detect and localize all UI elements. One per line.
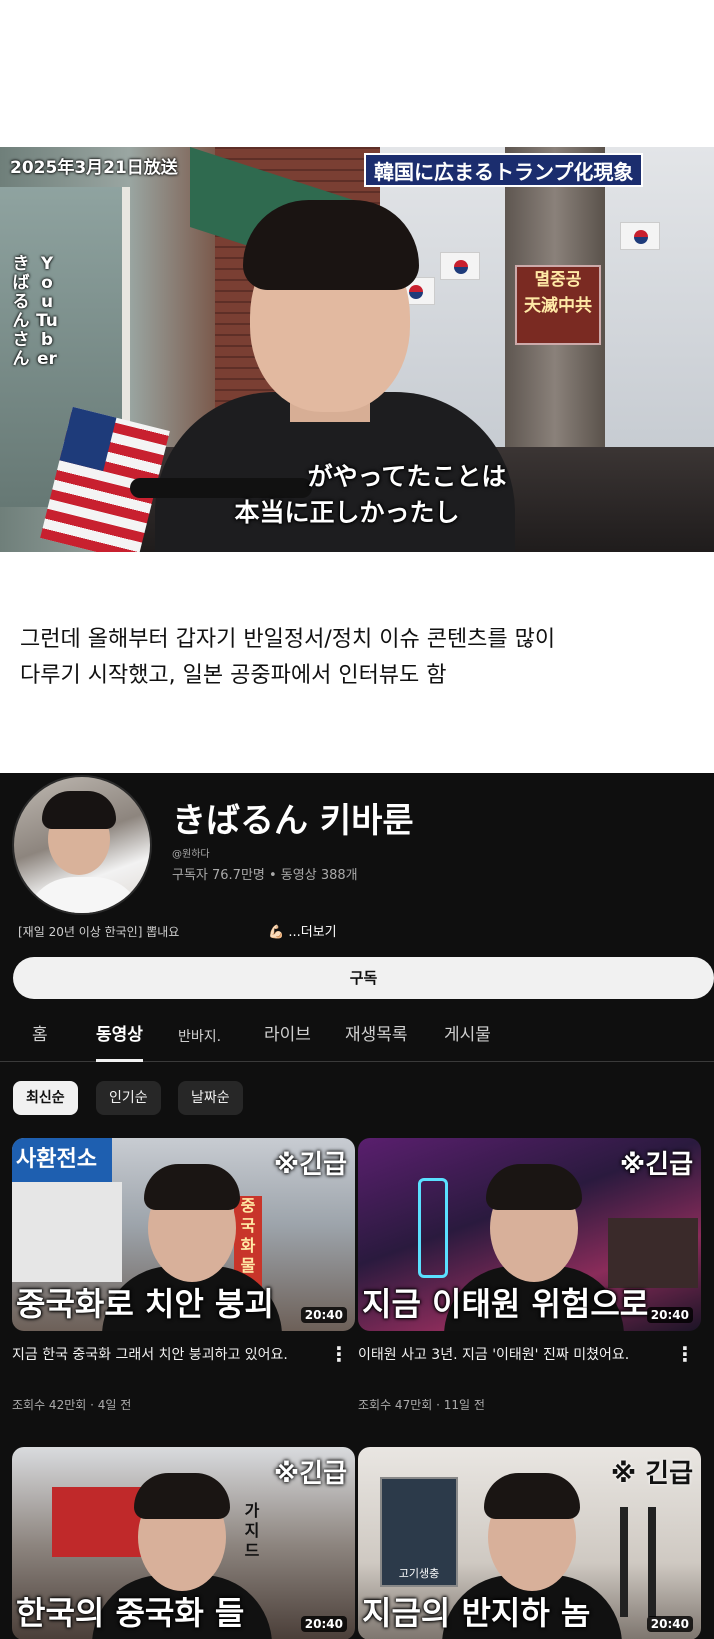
tab-home[interactable]: 홈 (32, 1017, 48, 1062)
news-headline: 韓国に広まるトランプ化現象 (364, 153, 644, 187)
thumbnail-caption: 한국의 중국화 들 (16, 1594, 245, 1632)
video-thumbnail[interactable]: 가지드 ※긴급 한국의 중국화 들 20:40 (12, 1447, 355, 1639)
subtitle-line-2: 本当に正しかったし (234, 498, 460, 527)
urgent-tag: ※긴급 (619, 1150, 693, 1180)
speaker-name: きばるんさん (12, 254, 30, 369)
news-broadcast-frame: 멸중공 天滅中共 2025年3月21日放送 韓国に広まるトランプ化現象 きばるん… (0, 147, 714, 552)
urgent-tag: ※긴급 (273, 1150, 347, 1180)
video-meta: 조회수 47만회 · 11일 전 (358, 1398, 485, 1412)
video-meta: 조회수 42만회 · 4일 전 (12, 1398, 132, 1412)
video-duration: 20:40 (646, 1616, 693, 1632)
channel-tabs: 홈 동영상 반바지. 라이브 재생목록 게시물 (0, 1017, 714, 1062)
protest-sign-text: 天滅中共 (524, 296, 592, 316)
video-thumbnail[interactable]: 고기생충 ※ 긴급 지금의 반지하 놈 20:40 (358, 1447, 701, 1639)
video-title[interactable]: 이태원 사고 3년. 지금 '이태원' 진짜 미쳤어요. (358, 1344, 663, 1366)
youtube-channel-page: きばるん 키바룬 @원하다 구독자 76.7만명 • 동영상 388개 [재일 … (0, 773, 714, 1639)
tab-playlists[interactable]: 재생목록 (345, 1017, 408, 1062)
subtitle-line-1: がやってたことは (307, 462, 507, 491)
channel-avatar[interactable] (12, 775, 152, 915)
more-vert-icon[interactable]: ⋮ (675, 1344, 695, 1364)
commentary-text: 그런데 올해부터 갑자기 반일정서/정치 이슈 콘텐츠를 많이 다루기 시작했고… (20, 622, 700, 694)
chip-popular[interactable]: 인기순 (96, 1081, 161, 1115)
channel-stats: 구독자 76.7만명 • 동영상 388개 (172, 868, 358, 883)
tab-live[interactable]: 라이브 (264, 1017, 311, 1062)
tab-posts[interactable]: 게시물 (444, 1017, 491, 1062)
chip-latest[interactable]: 최신순 (13, 1081, 78, 1115)
protest-sign-text: 멸중공 (534, 270, 582, 290)
speaker-role: YouTuber (36, 254, 58, 369)
urgent-tag: ※ 긴급 (610, 1459, 693, 1489)
commentary-line: 다루기 시작했고, 일본 공중파에서 인터뷰도 함 (20, 663, 447, 688)
korean-flag-icon (620, 222, 660, 250)
tab-videos[interactable]: 동영상 (96, 1017, 143, 1062)
shop-sign: 사환전소 (12, 1138, 112, 1182)
commentary-line: 그런데 올해부터 갑자기 반일정서/정치 이슈 콘텐츠를 많이 (20, 627, 556, 652)
urgent-tag: ※긴급 (273, 1459, 347, 1489)
channel-handle: @원하다 (172, 849, 210, 860)
chip-date[interactable]: 날짜순 (178, 1081, 243, 1115)
video-title[interactable]: 지금 한국 중국화 그래서 치안 붕괴하고 있어요. (12, 1344, 317, 1366)
video-duration: 20:40 (300, 1307, 347, 1323)
subscribe-button[interactable]: 구독 (13, 957, 714, 999)
thumbnail-caption: 중국화로 치안 붕괴 (16, 1285, 274, 1323)
video-duration: 20:40 (646, 1307, 693, 1323)
video-thumbnail[interactable]: ※긴급 지금 이태원 위험으로 20:40 (358, 1138, 701, 1331)
more-vert-icon[interactable]: ⋮ (329, 1344, 349, 1364)
tab-shorts[interactable]: 반바지. (178, 1019, 221, 1064)
broadcast-date: 2025年3月21日放送 (10, 158, 178, 178)
thumbnail-caption: 지금의 반지하 놈 (362, 1594, 591, 1632)
channel-name: きばるん 키바룬 (172, 801, 414, 841)
protest-sign: 멸중공 天滅中共 (515, 265, 601, 345)
poster-title: 고기생충 (398, 1567, 440, 1580)
video-thumbnail[interactable]: 사환전소 중국화물 ※긴급 중국화로 치안 붕괴 20:40 (12, 1138, 355, 1331)
side-sign: 가지드 (244, 1501, 260, 1560)
channel-description: [재일 20년 이상 한국인] 뽑내요 (18, 925, 180, 939)
video-duration: 20:40 (300, 1616, 347, 1632)
thumbnail-caption: 지금 이태원 위험으로 (362, 1285, 650, 1323)
more-link[interactable]: 💪🏻 ...더보기 (268, 921, 337, 940)
